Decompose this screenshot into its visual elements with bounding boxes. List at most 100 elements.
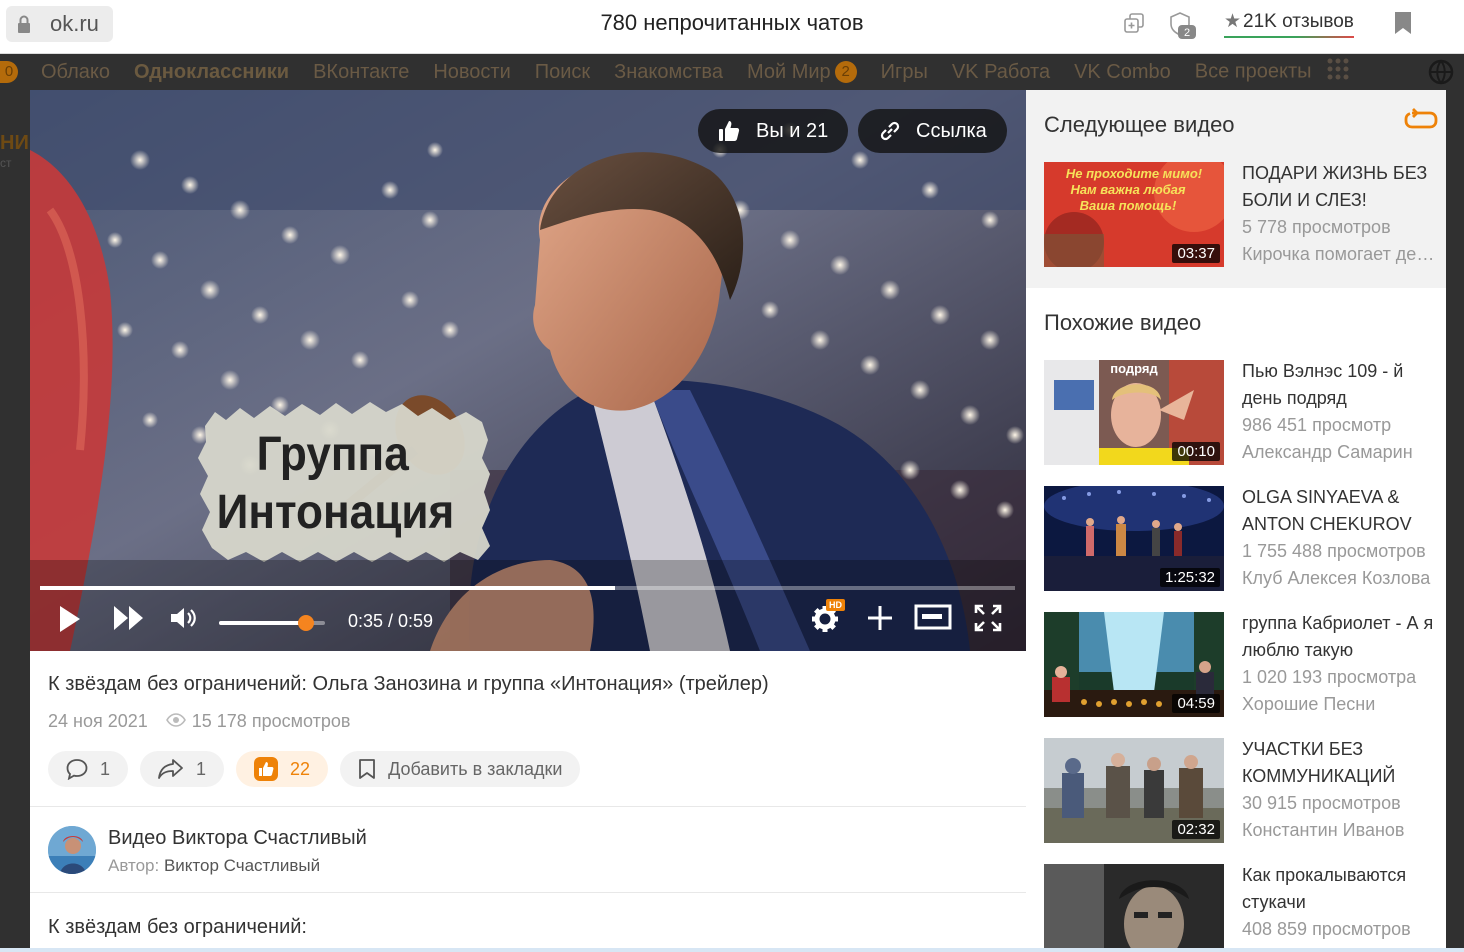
similar-videos-title: Похожие видео [1044, 310, 1202, 335]
nav-item-moimir[interactable]: Мой Мир 2 [747, 61, 857, 84]
nav-item-search[interactable]: Поиск [535, 61, 590, 84]
overlay-text-line2: Интонация [217, 484, 455, 538]
comments-button[interactable]: 1 [48, 751, 129, 787]
video-views: 1 020 193 просмотра [1242, 667, 1417, 687]
reviews-link[interactable]: ★ 21K отзывов [1224, 10, 1354, 38]
next-video-button[interactable] [112, 604, 146, 632]
video-title-line: люблю такую [1242, 640, 1354, 660]
shares-count: 1 [196, 758, 207, 779]
sidebar: Следующее видео Не проходите мимо! Нам в… [1026, 90, 1446, 950]
next-video-info[interactable]: ПОДАРИ ЖИЗНЬ БЕЗ БОЛИ И СЛЕЗ! 5 778 прос… [1242, 160, 1442, 268]
class-like-button[interactable]: 22 [236, 751, 329, 787]
similar-video-thumbnail[interactable]: 02:32 [1044, 738, 1224, 843]
nav-item-odnoklassniki[interactable]: Одноклассники [134, 61, 289, 84]
fullscreen-icon[interactable] [974, 604, 1002, 632]
globe-icon[interactable] [1428, 59, 1454, 91]
next-video-title: Следующее видео [1044, 112, 1235, 137]
share-arrow-icon [158, 758, 196, 780]
thumb-caption: подряд [1110, 361, 1158, 376]
share-button[interactable]: 1 [140, 751, 225, 787]
similar-video-info[interactable]: OLGA SINYAEVA & ANTON CHEKUROV 1 755 488… [1242, 484, 1442, 592]
hd-badge: HD [826, 599, 845, 611]
bookmark-icon[interactable] [1394, 11, 1412, 40]
video-player[interactable]: Группа Интонация Вы и 21 Ссылка 0:35 / 0… [30, 90, 1026, 651]
nav-left-badge: 0 [0, 61, 18, 83]
volume-slider[interactable] [219, 615, 325, 631]
video-views: 30 915 просмотров [1242, 793, 1401, 813]
nav-item-vk-work[interactable]: VK Работа [952, 61, 1050, 84]
volume-icon[interactable] [168, 604, 200, 632]
author-name[interactable]: Виктор Счастливый [164, 856, 320, 875]
video-title-line: КОММУНИКАЦИЙ [1242, 766, 1396, 786]
video-author: Хорошие Песни [1242, 694, 1376, 714]
play-button[interactable] [58, 604, 82, 634]
bookmark-icon [358, 758, 388, 780]
thumbs-up-icon [718, 120, 740, 142]
avatar[interactable] [48, 826, 96, 874]
star-icon: ★ [1224, 11, 1242, 32]
progress-bar[interactable] [40, 586, 1015, 590]
nav-item-dating[interactable]: Знакомства [614, 61, 723, 84]
volume-knob[interactable] [297, 615, 314, 631]
shield-icon[interactable]: 2 [1168, 11, 1198, 46]
author-line: Автор: Виктор Счастливый [108, 856, 320, 876]
browser-toolbar: ok.ru 780 непрочитанных чатов 2 ★ 21K отз… [0, 0, 1464, 54]
autoplay-repeat-icon[interactable] [1404, 108, 1438, 139]
nav-item-all-projects-label: Все проекты [1194, 60, 1312, 83]
video-duration: 03:37 [1172, 244, 1220, 263]
similar-video-thumbnail[interactable] [1044, 864, 1224, 950]
similar-video-info[interactable]: УЧАСТКИ БЕЗ КОММУНИКАЦИЙ 30 915 просмотр… [1242, 736, 1442, 844]
copy-tabs-icon[interactable] [1122, 11, 1146, 40]
nav-item-vk-combo[interactable]: VK Combo [1074, 61, 1171, 84]
player-controls: 0:35 / 0:59 HD [30, 598, 1026, 648]
add-plus-icon[interactable] [866, 604, 894, 632]
nav-item-news[interactable]: Новости [433, 61, 510, 84]
likes-count: 22 [290, 758, 311, 779]
similar-video-info[interactable]: Как прокалываются стукачи 408 859 просмо… [1242, 862, 1442, 943]
video-author: Константин Иванов [1242, 820, 1405, 840]
video-title-line: группа Кабриолет - А я [1242, 613, 1434, 633]
reviews-text: 21K отзывов [1243, 11, 1354, 32]
video-views: 986 451 просмотр [1242, 415, 1392, 435]
nav-item-moimir-label: Мой Мир [746, 60, 831, 83]
divider [30, 806, 1026, 807]
similar-video-thumbnail[interactable]: 1:25:32 [1044, 486, 1224, 591]
nav-item-games[interactable]: Игры [881, 61, 928, 84]
similar-video-info[interactable]: Пью Вэлнэс 109 - й день подряд 986 451 п… [1242, 358, 1442, 466]
video-title-line: Пью Вэлнэс 109 - й [1242, 361, 1404, 381]
divider [30, 892, 1026, 893]
video-author: Александр Самарин [1242, 442, 1413, 462]
video-views: 1 755 488 просмотров [1242, 541, 1426, 561]
nav-item-cloud[interactable]: Облако [41, 61, 110, 84]
video-title: К звёздам без ограничений: Ольга Занозин… [48, 673, 769, 695]
nav-item-vkontakte[interactable]: ВКонтакте [313, 61, 409, 84]
thumb-text-2: Нам важна любая [1070, 182, 1185, 197]
add-bookmark-button[interactable]: Добавить в закладки [340, 751, 581, 787]
copy-link-button[interactable]: Ссылка [858, 109, 1007, 153]
video-frame: Группа Интонация [30, 90, 1026, 651]
video-title-line: ПОДАРИ ЖИЗНЬ БЕЗ [1242, 163, 1428, 183]
video-views: 408 859 просмотров [1242, 919, 1411, 939]
eye-icon [165, 711, 186, 732]
link-label: Ссылка [916, 119, 987, 142]
thumb-text-3: Ваша помощь! [1080, 198, 1177, 213]
video-description: К звёздам без ограничений: [48, 916, 307, 938]
time-display: 0:35 / 0:59 [348, 611, 434, 631]
video-modal: Группа Интонация Вы и 21 Ссылка 0:35 / 0… [30, 90, 1446, 950]
channel-name[interactable]: Видео Виктора Счастливый [108, 827, 367, 850]
like-video-button[interactable]: Вы и 21 [698, 109, 849, 153]
nav-item-all-projects[interactable]: Все проекты [1195, 58, 1349, 86]
comment-icon [66, 758, 100, 780]
video-duration: 00:10 [1172, 442, 1220, 461]
video-title-line: Как прокалываются [1242, 865, 1407, 885]
similar-video-thumbnail[interactable]: подряд 00:10 [1044, 360, 1224, 465]
theater-mode-icon[interactable] [914, 604, 952, 630]
grid-icon [1327, 58, 1349, 86]
similar-video-thumbnail[interactable]: 04:59 [1044, 612, 1224, 717]
video-views: 5 778 просмотров [1242, 217, 1391, 237]
similar-video-info[interactable]: группа Кабриолет - А я люблю такую 1 020… [1242, 610, 1442, 718]
next-video-thumbnail[interactable]: Не проходите мимо! Нам важна любая Ваша … [1044, 162, 1224, 267]
shield-badge-count: 2 [1184, 27, 1190, 39]
thumb-text-1: Не проходите мимо! [1066, 166, 1203, 181]
volume-fill [219, 621, 306, 625]
